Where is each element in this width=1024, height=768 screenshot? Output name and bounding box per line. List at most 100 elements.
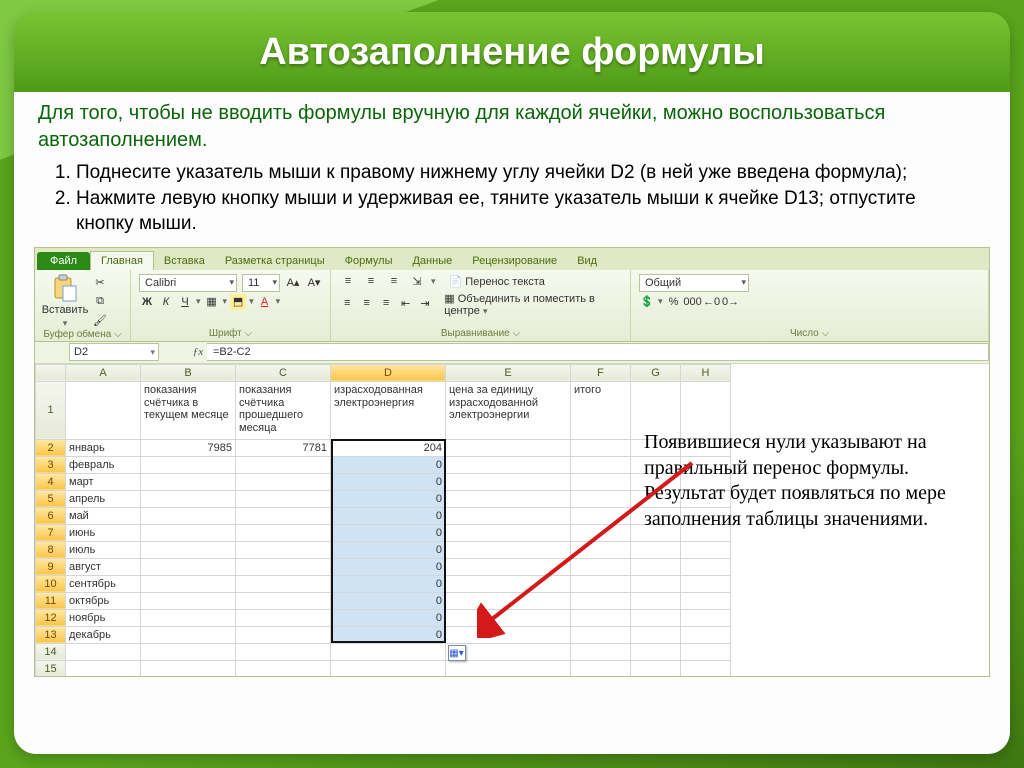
- cell[interactable]: [571, 609, 631, 626]
- cell[interactable]: [141, 643, 236, 660]
- cell[interactable]: [331, 660, 446, 677]
- column-header[interactable]: B: [141, 364, 236, 381]
- cell[interactable]: [571, 643, 631, 660]
- column-header[interactable]: H: [681, 364, 731, 381]
- cell[interactable]: [236, 609, 331, 626]
- row-header[interactable]: 15: [36, 660, 66, 677]
- cell[interactable]: [571, 524, 631, 541]
- cell[interactable]: показания счётчика прошедшего месяца: [236, 381, 331, 439]
- cell[interactable]: [141, 490, 236, 507]
- row-header[interactable]: 3: [36, 456, 66, 473]
- column-header[interactable]: A: [66, 364, 141, 381]
- tab-review[interactable]: Рецензирование: [462, 252, 567, 270]
- cell[interactable]: [236, 575, 331, 592]
- cell[interactable]: [236, 660, 331, 677]
- paste-button[interactable]: Вставить ▾: [43, 274, 87, 329]
- cell[interactable]: [446, 609, 571, 626]
- cell[interactable]: [446, 439, 571, 456]
- cell[interactable]: [66, 660, 141, 677]
- tab-data[interactable]: Данные: [402, 252, 462, 270]
- cell[interactable]: 0: [331, 558, 446, 575]
- cell[interactable]: [446, 490, 571, 507]
- row-header[interactable]: 1: [36, 381, 66, 439]
- wrap-text-button[interactable]: 📄 Перенос текста: [449, 275, 545, 288]
- row-header[interactable]: 14: [36, 643, 66, 660]
- cell[interactable]: [571, 490, 631, 507]
- cell[interactable]: 0: [331, 473, 446, 490]
- align-bottom-icon[interactable]: ≡: [385, 274, 403, 290]
- cell[interactable]: [141, 592, 236, 609]
- formula-input[interactable]: =B2-C2: [207, 343, 989, 361]
- cell[interactable]: [571, 456, 631, 473]
- cell[interactable]: 0: [331, 609, 446, 626]
- cell[interactable]: [236, 490, 331, 507]
- tab-page-layout[interactable]: Разметка страницы: [215, 252, 335, 270]
- cell[interactable]: [141, 660, 236, 677]
- cell[interactable]: [631, 575, 681, 592]
- fx-icon[interactable]: ƒx: [189, 346, 207, 358]
- name-box[interactable]: D2: [69, 343, 159, 361]
- cell[interactable]: [236, 456, 331, 473]
- row-header[interactable]: 13: [36, 626, 66, 643]
- column-header[interactable]: G: [631, 364, 681, 381]
- cell[interactable]: [681, 575, 731, 592]
- cell[interactable]: 204: [331, 439, 446, 456]
- cell[interactable]: [571, 575, 631, 592]
- column-header[interactable]: E: [446, 364, 571, 381]
- column-header[interactable]: C: [236, 364, 331, 381]
- cell[interactable]: [141, 456, 236, 473]
- cell[interactable]: показания счётчика в текущем месяце: [141, 381, 236, 439]
- tab-formulas[interactable]: Формулы: [335, 252, 403, 270]
- cell[interactable]: [236, 473, 331, 490]
- row-header[interactable]: 4: [36, 473, 66, 490]
- cell[interactable]: [571, 541, 631, 558]
- cell[interactable]: [446, 660, 571, 677]
- cell[interactable]: [571, 473, 631, 490]
- cell[interactable]: [141, 609, 236, 626]
- cell[interactable]: 7985: [141, 439, 236, 456]
- row-header[interactable]: 11: [36, 592, 66, 609]
- cell[interactable]: январь: [66, 439, 141, 456]
- cell[interactable]: февраль: [66, 456, 141, 473]
- cell[interactable]: 0: [331, 626, 446, 643]
- cell[interactable]: [571, 558, 631, 575]
- align-right-icon[interactable]: ≡: [378, 296, 394, 312]
- column-header[interactable]: F: [571, 364, 631, 381]
- borders-icon[interactable]: ▦: [204, 294, 220, 310]
- merge-center-button[interactable]: ▦ Объединить и поместить в центре ▾: [444, 292, 622, 317]
- cell[interactable]: [571, 626, 631, 643]
- cell[interactable]: [681, 626, 731, 643]
- increase-decimal-icon[interactable]: ←0: [704, 294, 720, 310]
- cell[interactable]: [571, 507, 631, 524]
- cell[interactable]: [331, 643, 446, 660]
- cell[interactable]: [681, 643, 731, 660]
- copy-icon[interactable]: ⧉: [92, 293, 108, 309]
- cell[interactable]: июль: [66, 541, 141, 558]
- cell[interactable]: [236, 643, 331, 660]
- select-all-corner[interactable]: [36, 364, 66, 381]
- cell[interactable]: [236, 524, 331, 541]
- cell[interactable]: [446, 626, 571, 643]
- cell[interactable]: 0: [331, 490, 446, 507]
- row-header[interactable]: 5: [36, 490, 66, 507]
- cell[interactable]: декабрь: [66, 626, 141, 643]
- cell[interactable]: 0: [331, 541, 446, 558]
- cell[interactable]: [446, 456, 571, 473]
- cell[interactable]: [631, 609, 681, 626]
- cell[interactable]: [571, 592, 631, 609]
- cell[interactable]: май: [66, 507, 141, 524]
- cell[interactable]: [681, 541, 731, 558]
- cell[interactable]: [446, 541, 571, 558]
- cell[interactable]: [141, 558, 236, 575]
- tab-home[interactable]: Главная: [90, 251, 154, 270]
- number-format-select[interactable]: Общий: [639, 274, 749, 292]
- row-header[interactable]: 10: [36, 575, 66, 592]
- cell[interactable]: [571, 660, 631, 677]
- increase-indent-icon[interactable]: ⇥: [417, 296, 433, 312]
- cell[interactable]: [631, 592, 681, 609]
- row-header[interactable]: 12: [36, 609, 66, 626]
- autofill-options-icon[interactable]: ▦▾: [448, 645, 466, 661]
- decrease-decimal-icon[interactable]: 0→: [723, 294, 739, 310]
- align-middle-icon[interactable]: ≡: [362, 274, 380, 290]
- cell[interactable]: израсходованная электроэнергия: [331, 381, 446, 439]
